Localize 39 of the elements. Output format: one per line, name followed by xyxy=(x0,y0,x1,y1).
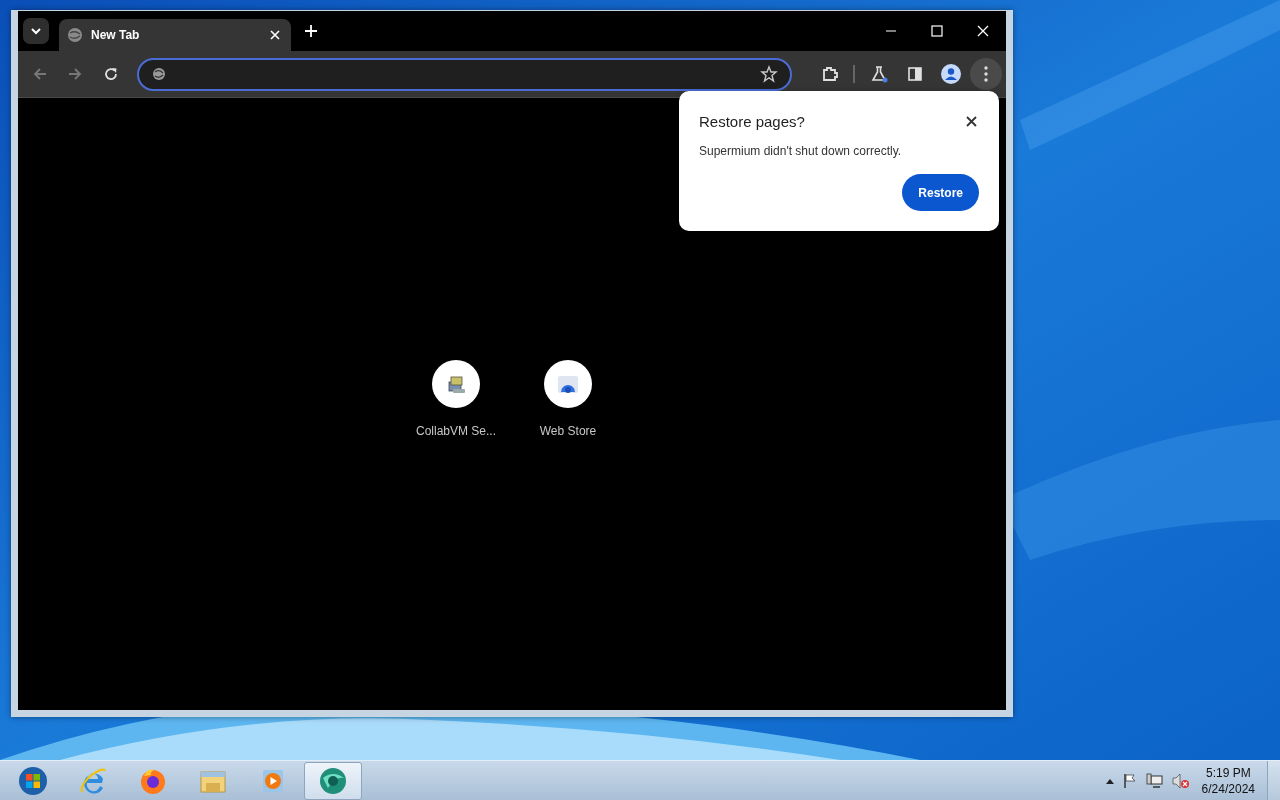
close-icon xyxy=(977,25,989,37)
kebab-menu-icon xyxy=(984,66,989,82)
shortcut-label[interactable]: CollabVM Se... xyxy=(415,424,496,438)
clock[interactable]: 5:19 PM 6/24/2024 xyxy=(1197,764,1259,797)
side-panel-icon xyxy=(905,65,924,83)
clock-time: 5:19 PM xyxy=(1205,764,1251,781)
chevron-down-icon xyxy=(30,25,42,37)
puzzle-piece-icon xyxy=(820,65,839,83)
address-bar[interactable] xyxy=(136,57,792,91)
flask-icon xyxy=(870,65,889,83)
browser-tab[interactable]: New Tab xyxy=(59,19,291,51)
plus-icon xyxy=(305,25,317,37)
close-icon xyxy=(965,116,977,127)
menu-button[interactable] xyxy=(970,58,1002,90)
flag-icon[interactable] xyxy=(1121,772,1138,789)
star-icon[interactable] xyxy=(759,65,778,83)
shortcut-tile[interactable] xyxy=(544,360,592,408)
tab-title: New Tab xyxy=(91,28,141,42)
clock-date: 6/24/2024 xyxy=(1201,780,1255,797)
avatar-icon xyxy=(939,63,962,85)
arrow-up-icon[interactable] xyxy=(1105,777,1114,784)
restore-button[interactable]: Restore xyxy=(902,174,979,211)
dialog-title: Restore pages? xyxy=(699,113,805,130)
forward-arrow-icon xyxy=(67,66,84,82)
reload-icon xyxy=(103,66,120,82)
taskbar-button[interactable] xyxy=(304,761,362,800)
start-orb-icon xyxy=(18,765,48,796)
back-arrow-icon xyxy=(31,66,48,82)
globe-icon xyxy=(150,66,167,82)
maximize-icon xyxy=(931,25,943,37)
globe-icon xyxy=(67,27,83,43)
shortcut-tile[interactable] xyxy=(432,360,480,408)
dialog-message: Supermium didn't shut down correctly. xyxy=(699,144,903,158)
close-icon xyxy=(270,30,280,40)
sphere-icon xyxy=(318,765,348,796)
speaker-muted-icon[interactable] xyxy=(1171,772,1190,789)
shortcut-label[interactable]: Web Store xyxy=(539,424,597,438)
network-icon[interactable] xyxy=(1145,772,1164,789)
tab-search-button[interactable] xyxy=(23,18,49,44)
